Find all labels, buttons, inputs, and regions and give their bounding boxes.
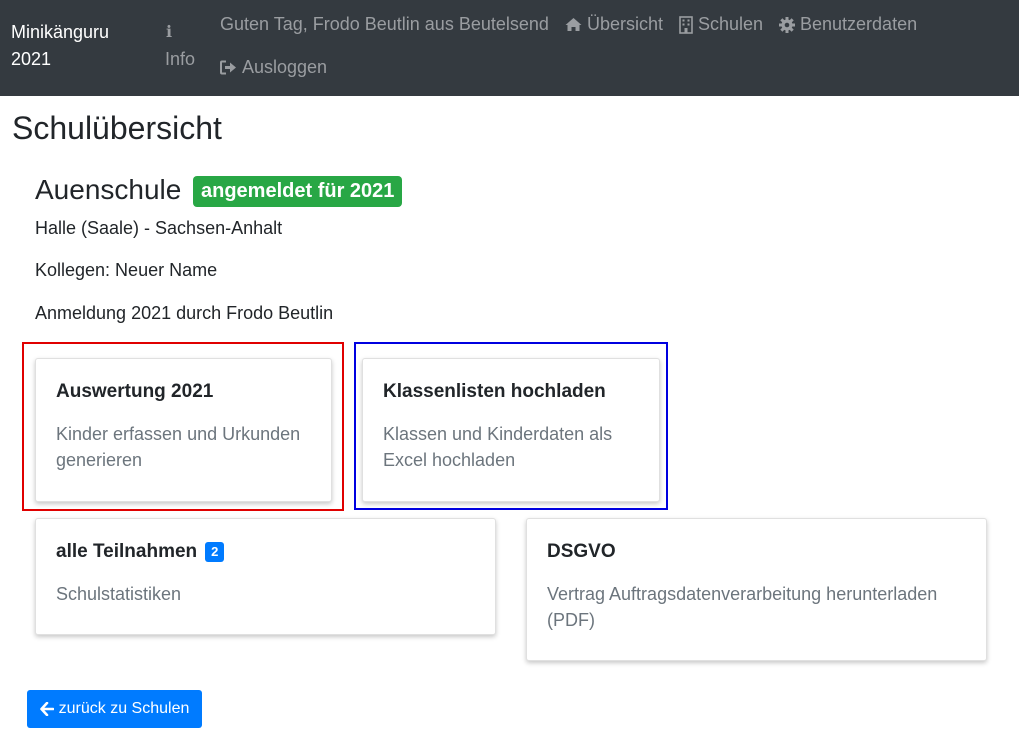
brand-name: Minikänguru [11,22,110,42]
card-klassenlisten[interactable]: Klassenlisten hochladen Klassen und Kind… [362,358,660,502]
building-icon [679,15,693,34]
card-auswertung-title: Auswertung 2021 [56,381,214,402]
card-dsgvo-text: Vertrag Auftragsdatenverarbeitung herunt… [547,584,938,630]
brand-link[interactable]: Minikänguru 2021 [11,19,141,73]
card-auswertung-text: Kinder erfassen und Urkunden generieren [56,424,301,470]
status-badge: angemeldet für 2021 [193,176,403,207]
card-teilnahmen-text: Schulstatistiken [56,584,182,604]
card-teilnahmen-header: alle Teilnahmen 2 [56,541,475,563]
card-auswertung[interactable]: Auswertung 2021 Kinder erfassen und Urku… [35,358,332,502]
nav-ausloggen[interactable]: Ausloggen [220,57,327,78]
greeting-text: Guten Tag, Frodo Beutlin aus Beutelsend [220,14,549,35]
info-icon: ℹ [166,24,173,41]
nav-uebersicht-label: Übersicht [587,14,664,34]
school-location: Halle (Saale) - Sachsen-Anhalt [35,218,283,238]
nav-ausloggen-label: Ausloggen [242,57,328,77]
nav-schulen-label: Schulen [698,14,764,34]
brand-year: 2021 [11,49,52,69]
sign-out-icon [220,60,236,75]
card-dsgvo[interactable]: DSGVO Vertrag Auftragsdatenverarbeitung … [526,518,987,661]
top-navbar: Minikänguru 2021 ℹ Info Guten Tag, Frodo… [0,0,1019,96]
card-teilnahmen[interactable]: alle Teilnahmen 2 Schulstatistiken [35,518,496,635]
card-teilnahmen-title: alle Teilnahmen [56,541,198,562]
page-title: Schulübersicht [12,110,222,146]
school-colleagues: Kollegen: Neuer Name [35,260,218,280]
school-registration: Anmeldung 2021 durch Frodo Beutlin [35,303,334,323]
nav-schulen[interactable]: Schulen [679,14,763,35]
nav-benutzerdaten[interactable]: Benutzerdaten [779,14,917,35]
gear-icon [779,16,795,33]
card-dsgvo-title: DSGVO [547,541,616,562]
school-name: Auenschule [35,174,182,205]
arrow-left-icon [39,702,54,716]
back-button-label: zurück zu Schulen [58,700,190,717]
card-klassenlisten-text: Klassen und Kinderdaten als Excel hochla… [383,424,613,470]
nav-info-link[interactable]: ℹ Info [165,19,205,73]
nav-uebersicht[interactable]: Übersicht [565,14,663,35]
back-to-schools-button[interactable]: zurück zu Schulen [27,690,202,728]
card-klassenlisten-title: Klassenlisten hochladen [383,381,606,402]
teilnahmen-count-badge: 2 [205,542,225,562]
nav-benutzerdaten-label: Benutzerdaten [800,14,918,34]
greeting-label: Guten Tag, Frodo Beutlin aus Beutelsend [220,14,549,34]
nav-info-label: Info [165,49,196,69]
home-icon [565,18,582,31]
